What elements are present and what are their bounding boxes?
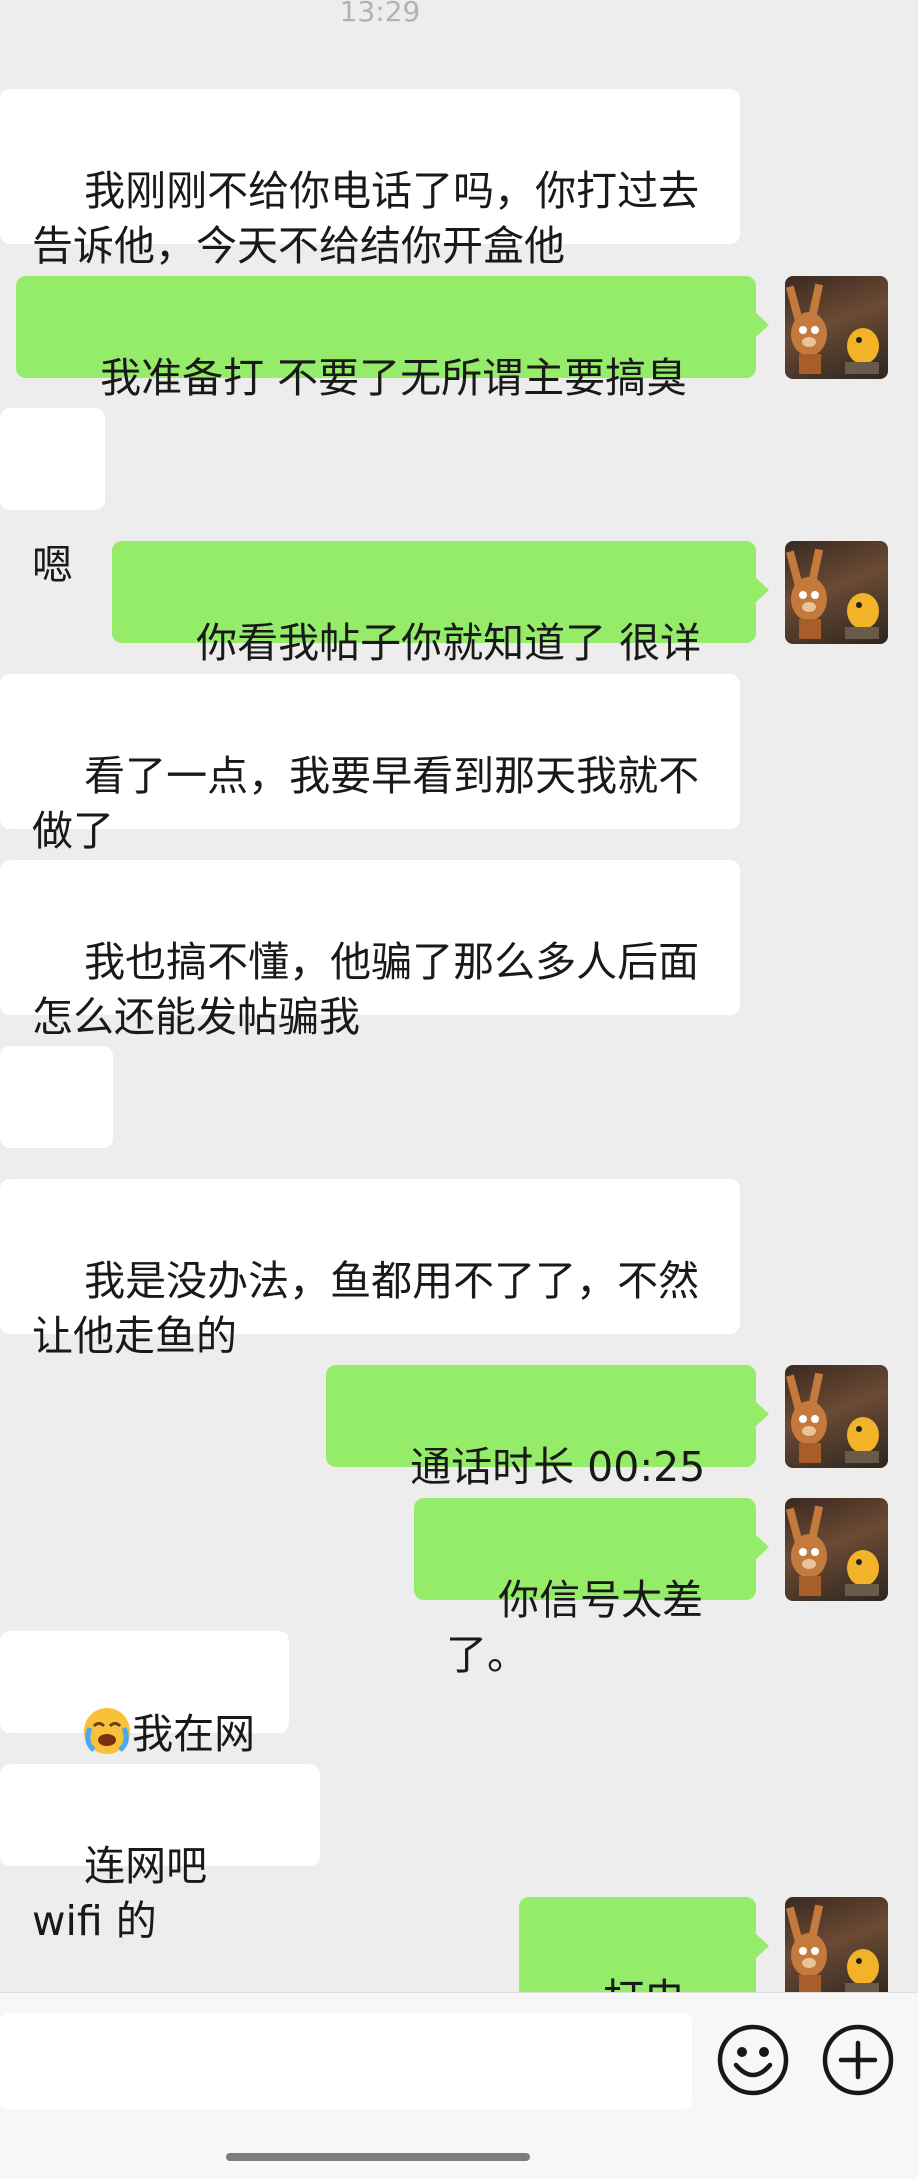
message-bubble-outgoing[interactable]: 打电话了	[519, 1897, 769, 2078]
message-bubble-incoming[interactable]: 嗯	[0, 408, 105, 589]
message-text: 你信号太差了。	[446, 1576, 704, 1679]
message-text: 我准备打 不要了无所谓主要搞臭他	[48, 354, 688, 457]
message-bubble-incoming[interactable]	[0, 1046, 113, 1228]
timestamp: 13:29	[339, 0, 421, 28]
message-bubble-incoming[interactable]: 连网吧 wifi 的	[0, 1764, 320, 1945]
avatar[interactable]	[785, 1365, 888, 1468]
avatar[interactable]	[785, 276, 888, 379]
plus-circle-icon[interactable]	[821, 2023, 895, 2097]
avatar[interactable]	[785, 1498, 888, 1601]
avatar[interactable]	[785, 1897, 888, 2000]
message-text: 通话时长 00:25	[410, 1443, 706, 1491]
input-bar	[0, 1992, 918, 2179]
home-indicator[interactable]	[226, 2153, 530, 2161]
message-bubble-incoming[interactable]: 我刚刚不给你电话了吗，你打过去 告诉他，今天不给结你开盒他	[0, 89, 740, 270]
message-text: 我是没办法，鱼都用不了了，不然 让他走鱼的	[32, 1257, 700, 1360]
message-text: 连网吧 wifi 的	[32, 1842, 221, 1945]
message-bubble-outgoing[interactable]: 我准备打 不要了无所谓主要搞臭他	[16, 276, 769, 457]
loudly-crying-face-icon	[84, 1708, 131, 1754]
message-text: 嗯	[32, 541, 73, 589]
smiley-face-icon[interactable]	[716, 2023, 790, 2097]
message-bubble-incoming[interactable]: 看了一点，我要早看到那天我就不 做了	[0, 674, 740, 855]
message-text: 我也搞不懂，他骗了那么多人后面 怎么还能发帖骗我	[32, 938, 700, 1041]
message-bubble-outgoing[interactable]: 你信号太差了。	[414, 1498, 769, 1679]
message-input[interactable]	[0, 2013, 692, 2109]
call-record-bubble[interactable]: 通话时长 00:25	[326, 1365, 769, 1540]
message-text: 我刚刚不给你电话了吗，你打过去 告诉他，今天不给结你开盒他	[32, 167, 700, 270]
avatar[interactable]	[785, 541, 888, 644]
message-bubble-incoming[interactable]: 我在网吧	[0, 1631, 289, 1813]
message-text: 看了一点，我要早看到那天我就不 做了	[32, 752, 700, 855]
message-bubble-outgoing[interactable]: 你看我帖子你就知道了 很详细	[112, 541, 769, 722]
message-bubble-incoming[interactable]: 我是没办法，鱼都用不了了，不然 让他走鱼的	[0, 1179, 740, 1360]
message-bubble-incoming[interactable]: 我也搞不懂，他骗了那么多人后面 怎么还能发帖骗我	[0, 860, 740, 1041]
